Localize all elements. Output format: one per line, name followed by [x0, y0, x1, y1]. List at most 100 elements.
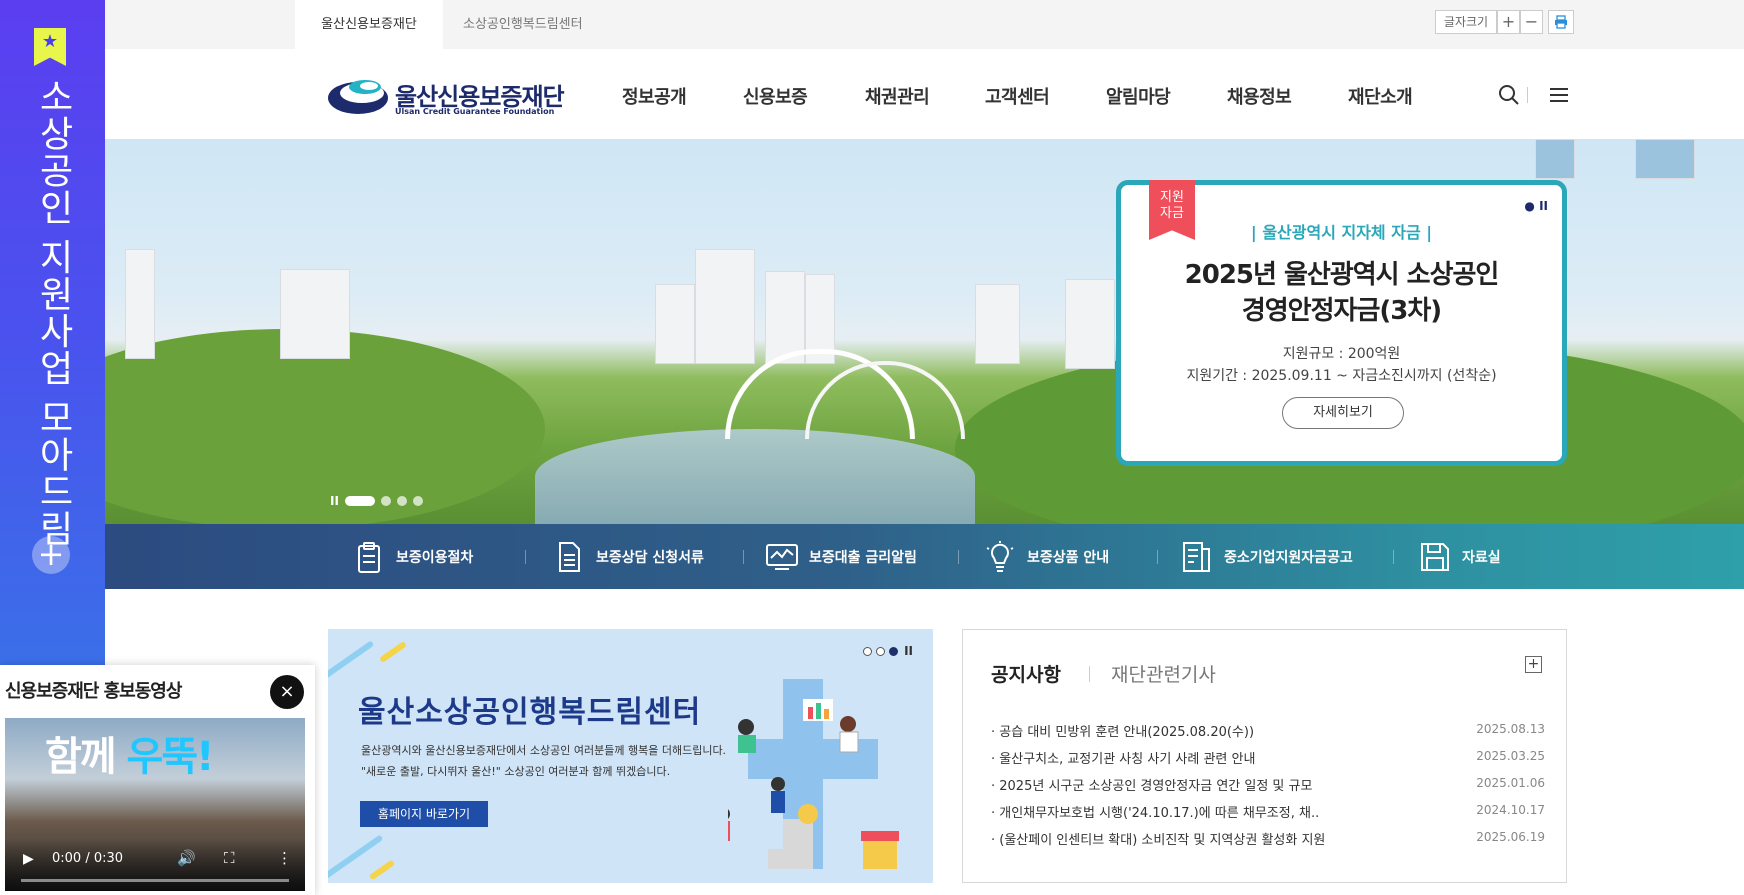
search-icon[interactable] [1497, 83, 1521, 107]
dream-pause-button[interactable]: II [904, 644, 913, 658]
nav-customer-center[interactable]: 고객센터 [985, 83, 1050, 109]
nav-foundation-intro[interactable]: 재단소개 [1348, 83, 1413, 109]
dream-slide-dot[interactable] [863, 646, 873, 656]
dream-homepage-button[interactable]: 홈페이지 바로가기 [360, 801, 488, 827]
fullscreen-icon[interactable]: ⛶ [224, 849, 235, 867]
hero-slide-dot[interactable] [344, 496, 375, 506]
tab-happy-dream-center[interactable]: 소상공인행복드림센터 [463, 0, 643, 49]
notice-item-title: · 2025년 시구군 소상공인 경영안정자금 연간 일정 및 규모 [991, 779, 1313, 794]
font-increase-button[interactable]: + [1497, 10, 1520, 34]
site-header: 울산신용보증재단 Ulsan Credit Guarantee Foundati… [105, 49, 1744, 139]
dream-slide-dot[interactable] [889, 646, 899, 656]
notice-item-title-text: 공습 대비 민방위 훈련 안내(2025.08.20(수)) [999, 725, 1255, 740]
nav-recruitment[interactable]: 채용정보 [1227, 83, 1292, 109]
lightbulb-icon [986, 541, 1014, 572]
notice-item[interactable]: · (울산페이 인센티브 확대) 소비진작 및 지역상권 활성화 지원 2025… [991, 829, 1545, 849]
quick-consult-documents[interactable]: 보증상담 신청서류 [552, 540, 704, 574]
video-player[interactable]: 함께 우뚝! ▶ 0:00 / 0:30 🔊 ⛶ ⋮ [5, 718, 305, 891]
logo-subtitle: Ulsan Credit Guarantee Foundation [395, 107, 555, 116]
notice-item[interactable]: · 개인채무자보호법 시행('24.10.17.)에 따른 채무조정, 채.. … [991, 802, 1545, 822]
decor-stripe [378, 640, 408, 664]
more-options-icon[interactable]: ⋮ [277, 849, 292, 867]
quick-product-guide[interactable]: 보증상품 안내 [983, 540, 1109, 574]
print-icon [1555, 15, 1567, 29]
tab-foundation-articles[interactable]: 재단관련기사 [1111, 660, 1216, 687]
notice-item-date: 2025.06.19 [1476, 830, 1545, 844]
chart-monitor-icon [766, 544, 798, 570]
promo-slide-controls[interactable]: ● II [1524, 199, 1548, 213]
quick-divider [525, 550, 526, 564]
hero-pause-button[interactable]: II [330, 494, 339, 508]
dream-title: 울산소상공인행복드림센터 [358, 695, 702, 730]
quick-divider [743, 550, 744, 564]
hero-slide-dot[interactable] [412, 496, 423, 506]
bookmark-star-icon: ★ [34, 28, 66, 66]
notice-item-title-text: 개인채무자보호법 시행('24.10.17.)에 따른 채무조정, 채.. [999, 806, 1320, 821]
tab-notices[interactable]: 공지사항 [991, 660, 1061, 687]
dream-center-banner[interactable]: II 울산소상공인행복드림센터 울산광역시와 울산신용보증재단에서 소상공인 여… [328, 629, 933, 883]
top-utility-bar: 울산신용보증재단 소상공인행복드림센터 글자크기 + − [105, 0, 1744, 49]
video-thumbnail-text: 함께 우뚝! [45, 724, 215, 782]
quick-guarantee-procedure[interactable]: 보증이용절차 [352, 540, 473, 574]
hero-building [1635, 139, 1695, 179]
decor-stripe [368, 859, 396, 881]
notice-item-title-text: 2025년 시구군 소상공인 경영안정자금 연간 일정 및 규모 [999, 779, 1313, 794]
menu-icon[interactable] [1547, 83, 1571, 107]
quick-link-bar: 보증이용절차 보증상담 신청서류 보증대출 금리알림 보증상품 안내 중소기업지… [105, 524, 1744, 589]
save-disk-icon [1421, 543, 1449, 571]
notice-item-date: 2024.10.17 [1476, 803, 1545, 817]
play-icon[interactable]: ▶ [23, 851, 34, 867]
notice-item-title: · 공습 대비 민방위 훈련 안내(2025.08.20(수)) [991, 725, 1255, 740]
video-time: 0:00 / 0:30 [52, 851, 124, 866]
notice-item[interactable]: · 공습 대비 민방위 훈련 안내(2025.08.20(수)) 2025.08… [991, 721, 1545, 741]
header-divider [1527, 87, 1528, 103]
notice-more-button[interactable]: + [1525, 656, 1542, 673]
notice-item-title-text: 울산구치소, 교정기관 사칭 사기 사례 관련 안내 [999, 752, 1256, 767]
promo-detail-button[interactable]: 자세히보기 [1282, 397, 1404, 429]
hero-building [1065, 279, 1115, 369]
quick-divider [958, 550, 959, 564]
nav-credit-guarantee[interactable]: 신용보증 [743, 83, 808, 109]
tab-ulsan-credit[interactable]: 울산신용보증재단 [295, 0, 443, 49]
dream-slide-controls: II [863, 644, 913, 658]
video-overlay-word: 우뚝! [126, 734, 215, 780]
hero-building [975, 284, 1020, 364]
quick-label: 자료실 [1462, 550, 1501, 566]
notice-item[interactable]: · 울산구치소, 교정기관 사칭 사기 사례 관련 안내 2025.03.25 [991, 748, 1545, 768]
hero-building [125, 249, 155, 359]
hero-building [1535, 139, 1575, 179]
close-icon[interactable]: × [270, 675, 304, 709]
video-progress-bar[interactable] [21, 879, 289, 882]
side-banner-plus-button[interactable]: + [32, 536, 70, 574]
nav-notice-board[interactable]: 알림마당 [1106, 83, 1171, 109]
logo-icon[interactable] [327, 73, 389, 115]
hero-slide-dot[interactable] [380, 496, 391, 506]
font-decrease-button[interactable]: − [1520, 10, 1543, 34]
quick-divider [1157, 550, 1158, 564]
video-overlay-word: 함께 [45, 734, 117, 780]
notice-tab-divider [1089, 666, 1090, 682]
video-controls: ▶ 0:00 / 0:30 🔊 ⛶ ⋮ [5, 839, 305, 891]
hero-building [695, 249, 755, 364]
volume-icon[interactable]: 🔊 [177, 849, 196, 867]
dream-description-1: 울산광역시와 울산신용보증재단에서 소상공인 여러분들께 행복을 더해드립니다. [361, 744, 727, 757]
side-banner-moadream[interactable]: ★ 소상공인 지원사업 모아드림 + [0, 0, 105, 665]
notice-item-title: · 개인채무자보호법 시행('24.10.17.)에 따른 채무조정, 채.. [991, 806, 1320, 821]
print-button[interactable] [1548, 10, 1574, 34]
nav-bond-management[interactable]: 채권관리 [865, 83, 930, 109]
hero-river [535, 429, 975, 524]
quick-archive[interactable]: 자료실 [1418, 540, 1501, 574]
video-popup-title: 신용보증재단 홍보동영상 [5, 681, 182, 702]
nav-info-disclosure[interactable]: 정보공개 [622, 83, 687, 109]
notice-item-date: 2025.01.06 [1476, 776, 1545, 790]
clipboard-icon [358, 542, 380, 573]
quick-loan-rate[interactable]: 보증대출 금리알림 [765, 540, 917, 574]
hero-slide-dot[interactable] [396, 496, 407, 506]
file-list-icon [1183, 542, 1210, 572]
notice-item[interactable]: · 2025년 시구군 소상공인 경영안정자금 연간 일정 및 규모 2025.… [991, 775, 1545, 795]
quick-divider [1393, 550, 1394, 564]
hero-building [655, 284, 695, 364]
dream-slide-dot[interactable] [876, 646, 886, 656]
dream-description-2: "새로운 출발, 다시뛰자 울산!" 소상공인 여러분과 함께 뛰겠습니다. [361, 765, 671, 778]
quick-sme-fund-notice[interactable]: 중소기업지원자금공고 [1180, 540, 1353, 574]
